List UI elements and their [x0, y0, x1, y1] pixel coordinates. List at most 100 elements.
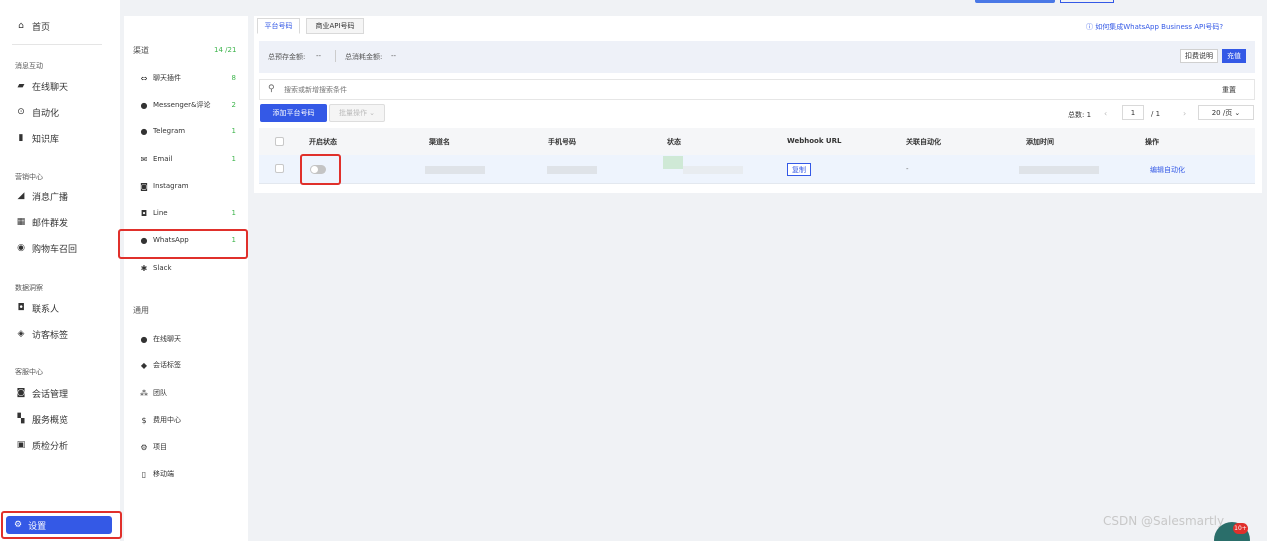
channel-instagram[interactable]: ◙ Instagram — [139, 179, 236, 193]
channel-email[interactable]: ✉ Email 1 — [139, 152, 236, 166]
unread-badge: 10+ — [1233, 523, 1248, 534]
instagram-icon: ◙ — [140, 181, 148, 191]
tag-icon: ◈ — [17, 329, 25, 339]
top-bar-button-1[interactable] — [975, 0, 1055, 3]
general-live-chat[interactable]: ● 在线聊天 — [139, 332, 236, 346]
search-input[interactable] — [284, 83, 684, 96]
page-total: / 1 — [1151, 110, 1161, 118]
recharge-button[interactable]: 充值 — [1222, 49, 1246, 63]
group-messages: 消息互动 — [15, 62, 43, 70]
channel-count: 14 /21 — [214, 46, 237, 54]
nav-tags[interactable]: ◈ 访客标签 — [14, 325, 68, 343]
settings-button[interactable]: ⚙ 设置 — [6, 516, 112, 534]
nav-mail[interactable]: ▦ 邮件群发 — [14, 213, 68, 231]
general-billing[interactable]: $ 费用中心 — [139, 413, 236, 427]
col-actions: 操作 — [1145, 138, 1159, 146]
row-checkbox[interactable] — [275, 164, 284, 173]
robot-icon: ⊙ — [17, 107, 25, 117]
col-enable-status: 开启状态 — [309, 138, 337, 146]
page-input[interactable]: 1 — [1122, 105, 1144, 120]
channel-title: 渠道 — [133, 46, 149, 55]
nav-home[interactable]: ⌂ 首页 — [14, 17, 50, 35]
table-header: 开启状态 渠道名 手机号码 状态 Webhook URL 关联自动化 添加时间 … — [259, 128, 1255, 155]
page-size-select[interactable]: 20 /页 ⌄ — [1198, 105, 1254, 120]
tag-icon: ◆ — [140, 360, 148, 370]
telegram-icon: ● — [140, 126, 148, 136]
balance-divider — [335, 50, 336, 62]
nav-quality[interactable]: ▣ 质检分析 — [14, 436, 68, 454]
book-icon: ▮ — [18, 133, 24, 143]
channel-panel: 渠道 14 /21 ⇔ 聊天插件 8 ● Messenger&评论 2 ● Telegra… — [124, 16, 248, 541]
general-team[interactable]: ⁂ 团队 — [139, 386, 236, 400]
col-webhook: Webhook URL — [787, 137, 842, 145]
col-added-time: 添加时间 — [1026, 138, 1054, 146]
main-content: 平台号码 商业API号码 ⓘ 如何集成WhatsApp Business API… — [254, 16, 1262, 193]
chat-bubble-icon: ▰ — [17, 81, 25, 91]
prev-page-icon[interactable]: ‹ — [1104, 109, 1107, 118]
nav-live-chat[interactable]: ▰ 在线聊天 — [14, 77, 68, 95]
table-row: 复制 - 编辑自动化 — [259, 155, 1255, 184]
select-all-checkbox[interactable] — [275, 137, 284, 146]
chevron-down-icon: ⌄ — [366, 109, 376, 117]
col-automation: 关联自动化 — [906, 138, 941, 146]
channel-slack[interactable]: ✱ Slack — [139, 261, 236, 275]
slack-icon: ✱ — [140, 263, 148, 273]
add-platform-number-button[interactable]: 添加平台号码 — [260, 104, 327, 122]
nav-automation[interactable]: ⊙ 自动化 — [14, 103, 59, 121]
nav-sessions[interactable]: ◙ 会话管理 — [14, 384, 68, 402]
group-marketing: 营销中心 — [15, 173, 43, 181]
channel-line[interactable]: ◘ Line 1 — [139, 206, 236, 220]
general-title: 通用 — [133, 306, 149, 315]
nav-overview[interactable]: ▚ 服务概览 — [14, 410, 68, 428]
nav-knowledge[interactable]: ▮ 知识库 — [14, 129, 60, 147]
channel-messenger[interactable]: ● Messenger&评论 2 — [139, 98, 237, 112]
channel-telegram[interactable]: ● Telegram 1 — [139, 124, 237, 138]
team-icon: ⁂ — [140, 388, 148, 398]
copy-webhook-button[interactable]: 复制 — [787, 163, 811, 176]
help-icon: ⓘ — [1086, 23, 1096, 31]
nav-cart[interactable]: ◉ 购物车召回 — [14, 239, 77, 257]
next-page-icon[interactable]: › — [1183, 109, 1186, 118]
chart-icon: ▣ — [16, 440, 26, 450]
email-icon: ✉ — [140, 154, 148, 164]
chat-plugin-icon: ⇔ — [140, 73, 148, 83]
general-session-tags[interactable]: ◆ 会话标签 — [139, 358, 236, 372]
balance-bar: 总预存金额: -- 总消耗金额: -- 扣费说明 充值 — [259, 41, 1255, 73]
status-indicator — [663, 156, 683, 169]
gear-icon: ⚙ — [14, 520, 23, 530]
channel-whatsapp[interactable]: ● WhatsApp 1 — [139, 233, 237, 247]
session-icon: ◙ — [16, 388, 26, 398]
project-icon: ⚙ — [140, 442, 148, 452]
balance-value: -- — [316, 52, 322, 60]
main-sidebar: ⌂ 首页 消息互动 ▰ 在线聊天 ⊙ 自动化 ▮ 知识库 营销中心 ◢ 消息广播 ▦ 邮件群… — [0, 0, 120, 541]
help-link[interactable]: ⓘ 如何集成WhatsApp Business API号码? — [1086, 22, 1223, 32]
reset-button[interactable]: 重置 — [1222, 85, 1236, 95]
general-project[interactable]: ⚙ 项目 — [139, 440, 236, 454]
nav-broadcast[interactable]: ◢ 消息广播 — [14, 187, 68, 205]
group-service: 客服中心 — [15, 368, 43, 376]
tab-business-api[interactable]: 商业API号码 — [306, 18, 364, 34]
dollar-icon: $ — [141, 415, 147, 425]
edit-automation-link[interactable]: 编辑自动化 — [1150, 165, 1185, 175]
contact-icon: ◘ — [17, 303, 25, 313]
channel-chat-plugin[interactable]: ⇔ 聊天插件 8 — [139, 71, 236, 85]
home-icon: ⌂ — [18, 21, 24, 31]
batch-operation-button[interactable]: 批量操作 ⌄ — [329, 104, 385, 122]
csdn-watermark: CSDN @Salesmartly — [1103, 514, 1225, 528]
gift-icon: ▦ — [16, 217, 26, 227]
nav-contacts[interactable]: ◘ 联系人 — [14, 299, 59, 317]
enable-toggle[interactable] — [310, 165, 326, 174]
col-channel-name: 渠道名 — [429, 138, 450, 146]
mobile-icon: ▯ — [141, 469, 147, 479]
line-icon: ◘ — [140, 208, 148, 218]
general-mobile[interactable]: ▯ 移动端 — [139, 467, 236, 481]
automation-value: - — [906, 165, 909, 173]
search-bar: ⚲ 重置 — [259, 79, 1255, 100]
messenger-icon: ● — [140, 100, 148, 110]
group-data: 数据洞察 — [15, 284, 43, 292]
tab-platform-numbers[interactable]: 平台号码 — [257, 18, 300, 34]
deduct-info-button[interactable]: 扣费说明 — [1180, 49, 1218, 63]
consumed-label: 总消耗金额: — [345, 53, 383, 61]
status-redacted — [683, 166, 743, 174]
top-bar-button-2[interactable] — [1060, 0, 1114, 3]
